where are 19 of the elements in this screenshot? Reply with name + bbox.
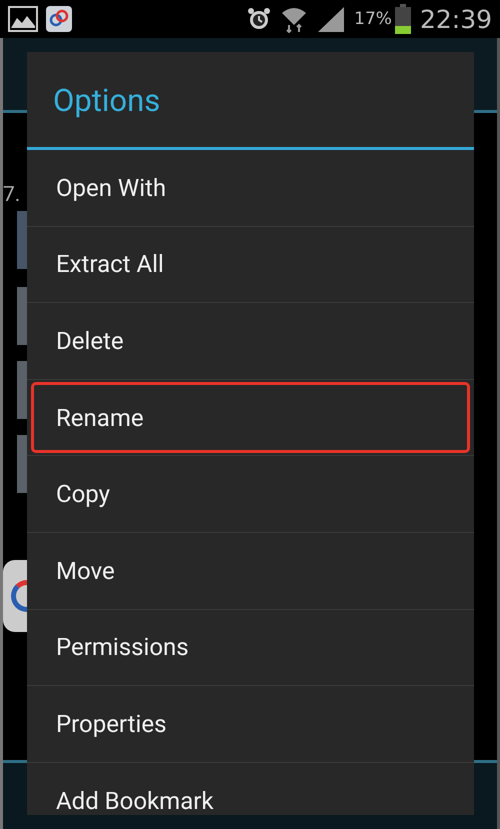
alarm-icon (246, 6, 272, 32)
file-size-text: 7. (3, 183, 20, 207)
menu-item[interactable]: Move (31, 534, 470, 607)
wifi-icon (280, 5, 308, 33)
menu-item[interactable]: Permissions (31, 612, 470, 684)
menu-item[interactable]: Rename (31, 382, 470, 454)
menu-item[interactable]: Copy (31, 458, 470, 530)
app-icon (46, 6, 72, 32)
clock: 22:39 (420, 4, 492, 34)
menu-item[interactable]: Properties (31, 688, 470, 760)
menu-item[interactable]: Add Bookmark (31, 764, 470, 815)
battery-icon (394, 4, 412, 34)
image-icon (8, 6, 38, 32)
menu-item[interactable]: Delete (31, 305, 470, 377)
menu-item[interactable]: Open With (31, 152, 470, 224)
menu-item[interactable]: Extract All (31, 228, 470, 300)
dialog-title: Options (27, 52, 474, 150)
battery-percent: 17% (354, 9, 392, 29)
signal-icon (316, 5, 346, 33)
